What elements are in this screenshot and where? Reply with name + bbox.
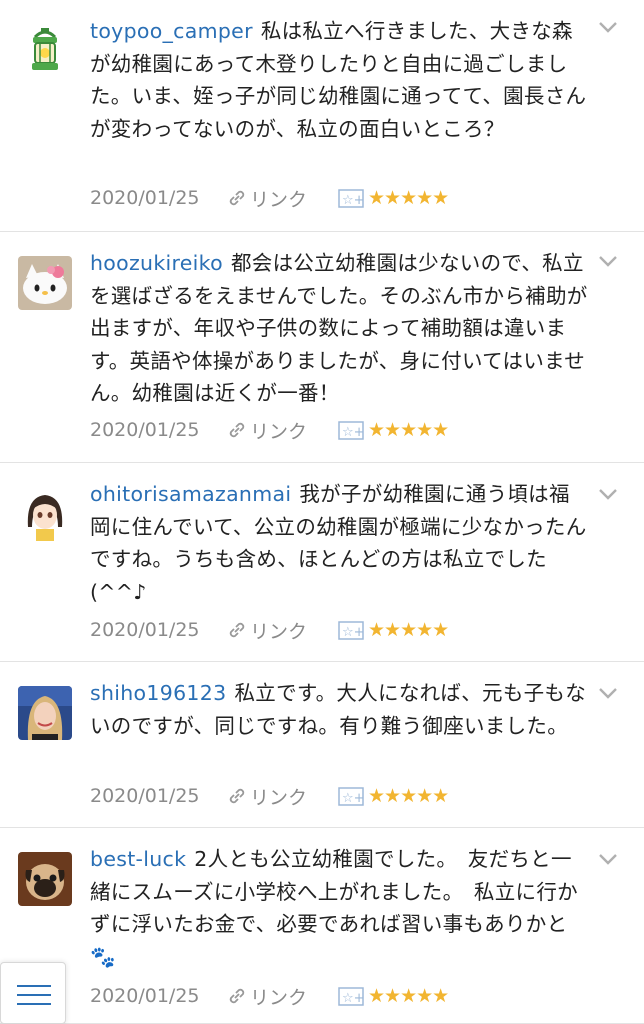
comment-item: ohitorisamazanmai 我が子が幼稚園に通う頃は福岡に住んでいて、公立… bbox=[0, 463, 644, 662]
add-star-icon[interactable]: ☆+ bbox=[338, 187, 364, 209]
comment-body: shiho196123 私立です。大人になれば、元も子もないのですが、同じですね。… bbox=[90, 677, 590, 742]
svg-text:☆+: ☆+ bbox=[342, 791, 364, 806]
add-star-icon[interactable]: ☆+ bbox=[338, 985, 364, 1007]
add-star-icon[interactable]: ☆+ bbox=[338, 419, 364, 441]
link-icon bbox=[229, 988, 245, 1004]
svg-text:☆+: ☆+ bbox=[342, 193, 364, 208]
chevron-down-icon[interactable] bbox=[598, 686, 618, 700]
comment-body: toypoo_camper 私は私立へ行きました、大きな森が幼稚園にあって木登りし… bbox=[90, 15, 590, 145]
chevron-down-icon[interactable] bbox=[598, 20, 618, 34]
comment-date: 2020/01/25 bbox=[90, 985, 200, 1007]
menu-bar bbox=[17, 1003, 51, 1005]
link-label: リンク bbox=[250, 188, 308, 211]
comment-date: 2020/01/25 bbox=[90, 419, 200, 441]
hamburger-menu-icon[interactable] bbox=[0, 962, 66, 1024]
link-icon bbox=[229, 788, 245, 804]
comment-meta: 2020/01/25 リンク ☆+ ★★★★★ bbox=[90, 982, 449, 1010]
link-label: リンク bbox=[250, 986, 308, 1009]
username-link[interactable]: shiho196123 bbox=[90, 681, 226, 705]
link-label: リンク bbox=[250, 420, 308, 443]
username-link[interactable]: best-luck bbox=[90, 847, 186, 871]
chevron-down-icon[interactable] bbox=[598, 852, 618, 866]
pug-avatar-icon[interactable] bbox=[18, 852, 72, 906]
comment-item: shiho196123 私立です。大人になれば、元も子もないのですが、同じですね。… bbox=[0, 662, 644, 828]
svg-text:☆+: ☆+ bbox=[342, 425, 364, 440]
permalink[interactable]: リンク bbox=[226, 417, 338, 444]
star-rating: ★★★★★ bbox=[368, 785, 449, 807]
comment-item: hoozukireiko 都会は公立幼稚園は少ないので、私立を選ばざるをえませんで… bbox=[0, 232, 644, 463]
comment-body: hoozukireiko 都会は公立幼稚園は少ないので、私立を選ばざるをえませんで… bbox=[90, 247, 590, 410]
add-star-icon[interactable]: ☆+ bbox=[338, 619, 364, 641]
svg-text:☆+: ☆+ bbox=[342, 625, 364, 640]
comment-meta: 2020/01/25 リンク ☆+ ★★★★★ bbox=[90, 616, 449, 644]
girl-avatar-icon[interactable] bbox=[18, 487, 72, 541]
comment-meta: 2020/01/25 リンク ☆+ ★★★★★ bbox=[90, 416, 449, 444]
chevron-down-icon[interactable] bbox=[598, 254, 618, 268]
comment-item: toypoo_camper 私は私立へ行きました、大きな森が幼稚園にあって木登りし… bbox=[0, 0, 644, 232]
star-rating: ★★★★★ bbox=[368, 985, 449, 1007]
username-link[interactable]: toypoo_camper bbox=[90, 19, 253, 43]
link-label: リンク bbox=[250, 620, 308, 643]
link-icon bbox=[229, 422, 245, 438]
comment-date: 2020/01/25 bbox=[90, 619, 200, 641]
star-rating: ★★★★★ bbox=[368, 187, 449, 209]
comment-body: best-luck 2人とも公立幼稚園でした。 友だちと一緒にスムーズに小学校へ上… bbox=[90, 843, 590, 973]
star-rating: ★★★★★ bbox=[368, 619, 449, 641]
comment-meta: 2020/01/25 リンク ☆+ ★★★★★ bbox=[90, 782, 449, 810]
comment-list: toypoo_camper 私は私立へ行きました、大きな森が幼稚園にあって木登りし… bbox=[0, 0, 644, 1024]
kitty-avatar-icon[interactable] bbox=[18, 256, 72, 310]
woman-photo-avatar-icon[interactable] bbox=[18, 686, 72, 740]
comment-meta: 2020/01/25 リンク ☆+ ★★★★★ bbox=[90, 184, 449, 212]
link-icon bbox=[229, 190, 245, 206]
permalink[interactable]: リンク bbox=[226, 185, 338, 212]
menu-bar bbox=[17, 985, 51, 987]
menu-bar bbox=[17, 994, 51, 996]
username-link[interactable]: hoozukireiko bbox=[90, 251, 223, 275]
add-star-icon[interactable]: ☆+ bbox=[338, 785, 364, 807]
comment-body: ohitorisamazanmai 我が子が幼稚園に通う頃は福岡に住んでいて、公立… bbox=[90, 478, 590, 608]
link-label: リンク bbox=[250, 786, 308, 809]
star-rating: ★★★★★ bbox=[368, 419, 449, 441]
comment-item: best-luck 2人とも公立幼稚園でした。 友だちと一緒にスムーズに小学校へ上… bbox=[0, 828, 644, 1024]
chevron-down-icon[interactable] bbox=[598, 487, 618, 501]
svg-text:☆+: ☆+ bbox=[342, 991, 364, 1006]
comment-date: 2020/01/25 bbox=[90, 187, 200, 209]
permalink[interactable]: リンク bbox=[226, 783, 338, 810]
lantern-avatar-icon[interactable] bbox=[18, 24, 72, 78]
link-icon bbox=[229, 622, 245, 638]
username-link[interactable]: ohitorisamazanmai bbox=[90, 482, 291, 506]
permalink[interactable]: リンク bbox=[226, 617, 338, 644]
permalink[interactable]: リンク bbox=[226, 983, 338, 1010]
comment-date: 2020/01/25 bbox=[90, 785, 200, 807]
